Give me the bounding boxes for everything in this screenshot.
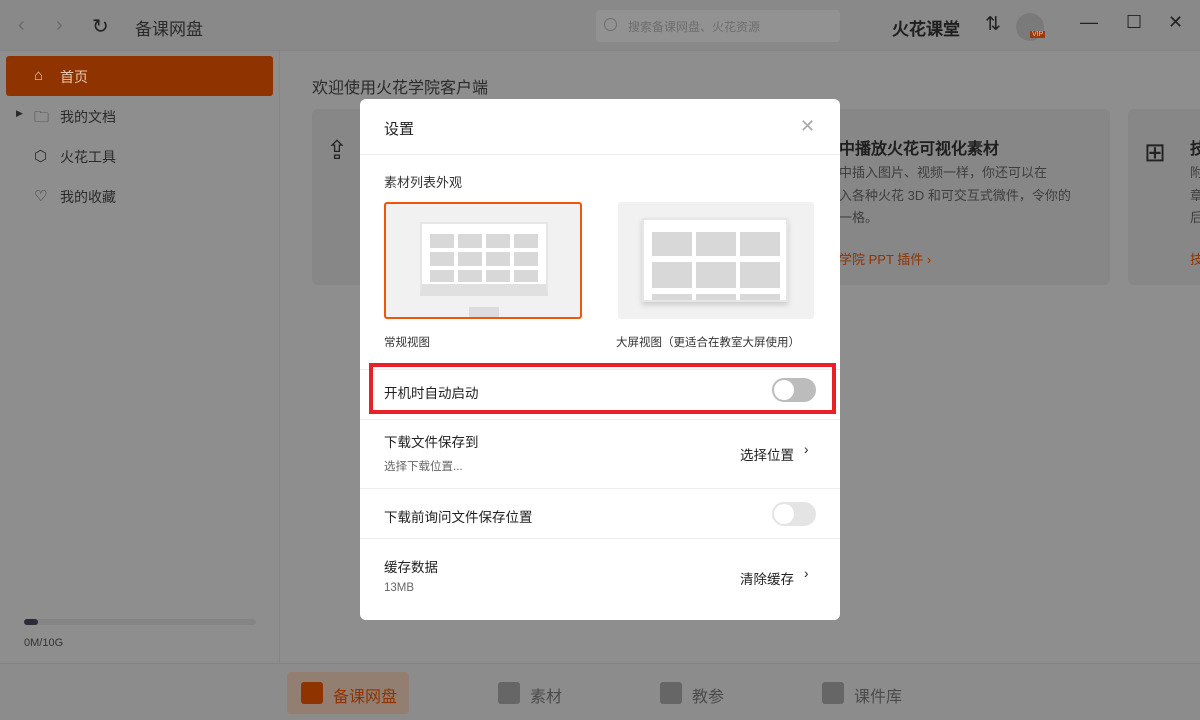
cube-icon: ⬡ xyxy=(34,148,48,165)
brand-logo: 火花课堂 xyxy=(892,20,960,39)
search-placeholder: 搜索备课网盘、火花资源 xyxy=(628,20,761,34)
storage-text: 0M/10G xyxy=(24,637,64,649)
heart-icon: ♡ xyxy=(34,188,48,205)
forward-icon[interactable]: › xyxy=(56,14,63,37)
page-title: 备课网盘 xyxy=(135,20,203,39)
card-link[interactable]: 技 xyxy=(1190,249,1200,268)
chevron-right-icon[interactable]: › xyxy=(804,566,809,581)
refresh-icon[interactable]: ↻ xyxy=(92,14,109,39)
choose-location-button[interactable]: 选择位置 xyxy=(740,444,794,464)
close-icon[interactable]: ✕ xyxy=(800,116,815,137)
section-title: 素材列表外观 xyxy=(384,175,463,190)
sidebar-item-favorites[interactable]: ♡ 我的收藏 xyxy=(6,176,273,216)
cache-label: 缓存数据 xyxy=(384,560,438,575)
tab-label: 备课网盘 xyxy=(333,689,398,706)
tab-courseware[interactable]: 课件库 xyxy=(808,672,928,714)
minimize-icon[interactable]: — xyxy=(1080,12,1098,33)
normal-view-label: 常规视图 xyxy=(384,337,430,349)
transfer-icon[interactable]: ⇅ xyxy=(985,13,1001,36)
clear-cache-button[interactable]: 清除缓存 xyxy=(740,568,794,588)
dialog-title: 设置 xyxy=(384,121,415,138)
folder-icon: 🗀 xyxy=(34,109,50,126)
settings-dialog: 设置 ✕ 素材列表外观 常规视图 大屏视图（更适合在教室大屏使用） 开机时自动启… xyxy=(360,99,840,620)
folder-upload-icon: ⇪ xyxy=(326,135,348,165)
tab-label: 教参 xyxy=(692,689,725,706)
sidebar-item-label: 我的收藏 xyxy=(60,189,116,205)
feature-card: ⊞ 技 附 章 后 技 xyxy=(1128,109,1200,285)
chevron-right-icon[interactable]: › xyxy=(804,442,809,457)
card-text: 后 xyxy=(1190,210,1200,225)
cache-size: 13MB xyxy=(384,582,415,594)
sidebar: ⌂ 首页 ▶ 🗀 我的文档 ⬡ 火花工具 ♡ 我的收藏 0M/10G xyxy=(0,51,280,663)
sidebar-item-label: 首页 xyxy=(60,69,88,85)
vip-badge: VIP xyxy=(1030,31,1046,38)
sidebar-item-label: 我的文档 xyxy=(60,109,116,125)
tab-reference[interactable]: 教参 xyxy=(646,672,746,714)
expand-arrow-icon[interactable]: ▶ xyxy=(16,108,23,119)
tab-materials[interactable]: 素材 xyxy=(484,672,584,714)
document-icon xyxy=(822,682,844,704)
home-icon: ⌂ xyxy=(34,67,44,84)
download-path-value: 选择下载位置... xyxy=(384,461,463,473)
share-icon xyxy=(498,682,520,704)
back-icon[interactable]: ‹ xyxy=(18,14,25,37)
search-icon xyxy=(604,18,617,31)
tab-label: 素材 xyxy=(530,689,563,706)
ask-location-label: 下载前询问文件保存位置 xyxy=(384,510,533,525)
tab-label: 课件库 xyxy=(854,689,903,706)
normal-view-option[interactable] xyxy=(384,202,582,319)
sidebar-item-tools[interactable]: ⬡ 火花工具 xyxy=(6,136,273,176)
book-icon xyxy=(660,682,682,704)
card-title: 中播放火花可视化素材 xyxy=(839,141,1000,158)
ask-location-toggle[interactable] xyxy=(772,502,816,526)
large-view-label: 大屏视图（更适合在教室大屏使用） xyxy=(616,337,800,349)
card-link[interactable]: 学院 PPT 插件 › xyxy=(839,249,931,268)
highlight-box xyxy=(369,363,836,414)
download-path-label: 下载文件保存到 xyxy=(384,435,479,450)
card-text: 中插入图片、视频一样，你还可以在 xyxy=(839,165,1048,180)
top-bar: ‹ › ↻ 备课网盘 搜索备课网盘、火花资源 火花课堂 ⇅ VIP — ☐ ✕ xyxy=(0,0,1200,51)
sidebar-item-documents[interactable]: ▶ 🗀 我的文档 xyxy=(6,96,273,136)
bottom-tabs: 备课网盘 素材 教参 课件库 xyxy=(0,663,1200,720)
search-input[interactable]: 搜索备课网盘、火花资源 xyxy=(596,10,840,42)
storage-progress xyxy=(24,619,256,625)
card-text: 一格。 xyxy=(839,210,879,225)
close-window-icon[interactable]: ✕ xyxy=(1168,12,1183,33)
tab-cloud-disk[interactable]: 备课网盘 xyxy=(287,672,409,714)
divider xyxy=(360,154,840,155)
maximize-icon[interactable]: ☐ xyxy=(1126,12,1142,33)
book-add-icon: ⊞ xyxy=(1144,137,1166,167)
welcome-heading: 欢迎使用火花学院客户端 xyxy=(312,80,489,97)
list-icon xyxy=(301,682,323,704)
card-text: 入各种火花 3D 和可交互式微件，令你的 xyxy=(839,188,1071,203)
sidebar-item-label: 火花工具 xyxy=(60,149,116,165)
sidebar-item-home[interactable]: ⌂ 首页 xyxy=(6,56,273,96)
monitor-illustration xyxy=(420,222,548,296)
card-text: 附 xyxy=(1190,165,1200,180)
card-text: 章 xyxy=(1190,188,1200,203)
card-title: 技 xyxy=(1190,141,1200,158)
large-view-option[interactable] xyxy=(618,202,814,319)
screen-illustration xyxy=(642,218,788,302)
